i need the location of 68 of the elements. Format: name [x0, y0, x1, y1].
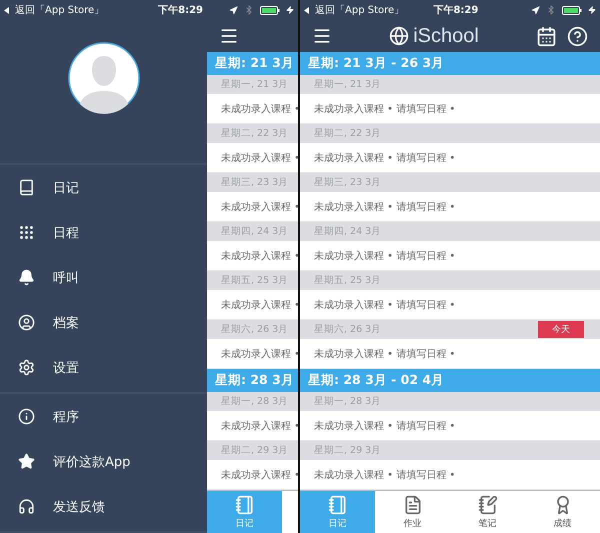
day-label: 星期四, 24 3月 — [314, 225, 382, 238]
week-title: 星期: 28 3月 — [215, 372, 294, 389]
menu-item[interactable]: 呼叫 — [0, 255, 207, 300]
document-icon — [402, 495, 422, 515]
menu-label: 发送反馈 — [53, 498, 105, 516]
week-title: 星期: 21 3月 — [215, 55, 294, 72]
menu-item[interactable]: 档案 — [0, 300, 207, 345]
book-icon — [18, 179, 35, 196]
day-label: 星期六, 26 3月 — [221, 323, 288, 336]
bell-icon — [18, 269, 35, 286]
menu-label: 设置 — [53, 360, 79, 376]
day-label: 星期一, 28 3月 — [314, 395, 382, 408]
settings-icon — [18, 359, 35, 376]
location-icon — [530, 6, 540, 14]
status-time: 下午8:29 — [158, 4, 203, 17]
profile-icon — [18, 314, 35, 331]
back-link[interactable]: 返回「App Store」 — [315, 3, 404, 17]
day-label: 星期二, 22 3月 — [221, 127, 288, 140]
menu-item[interactable]: 程序 — [0, 394, 207, 439]
menu-item[interactable]: 日记 — [0, 165, 207, 210]
day-label: 星期二, 29 3月 — [221, 444, 288, 457]
star-icon — [18, 453, 35, 470]
menu-label: 档案 — [53, 314, 79, 332]
day-label: 星期三, 23 3月 — [221, 176, 288, 189]
notes-icon — [478, 495, 498, 515]
week-title: 星期: 28 3月 - 02 4月 — [308, 372, 444, 389]
menu-item[interactable]: 设置 — [0, 345, 207, 390]
app-title: iSchool — [413, 24, 479, 48]
notebook-icon — [328, 495, 348, 515]
day-label: 星期五, 25 3月 — [314, 274, 382, 287]
day-label: 星期六, 26 3月 — [314, 323, 382, 336]
info-icon — [18, 408, 35, 425]
bluetooth-icon — [244, 5, 254, 15]
menu-label: 日记 — [53, 180, 79, 196]
battery-icon — [562, 6, 582, 14]
menu-label: 程序 — [53, 408, 79, 426]
today-badge: 今天 — [538, 321, 584, 338]
day-label: 星期四, 24 3月 — [221, 225, 288, 238]
calendar-icon[interactable] — [536, 26, 557, 46]
location-icon — [229, 6, 238, 14]
globe-icon — [389, 26, 410, 46]
battery-icon — [260, 6, 280, 14]
day-label: 星期一, 21 3月 — [221, 78, 288, 91]
avatar-icon[interactable] — [68, 42, 140, 114]
back-link[interactable]: 返回「App Store」 — [15, 3, 104, 17]
grid-icon — [18, 224, 35, 241]
headset-icon — [18, 498, 35, 515]
back-caret-icon[interactable] — [4, 6, 9, 14]
menu-item[interactable]: 日程 — [0, 210, 207, 255]
day-label: 星期二, 22 3月 — [314, 127, 382, 140]
bluetooth-icon — [546, 5, 556, 15]
menu-item[interactable]: 评价这款App — [0, 439, 207, 484]
day-label: 星期五, 25 3月 — [221, 274, 288, 287]
menu-label: 呼叫 — [53, 270, 79, 286]
help-icon[interactable] — [566, 26, 588, 46]
menu-label: 评价这款App — [53, 454, 130, 470]
menu-item[interactable]: 发送反馈 — [0, 484, 207, 529]
status-time: 下午8:29 — [433, 4, 478, 17]
charging-icon — [286, 6, 294, 14]
day-label: 星期一, 28 3月 — [221, 395, 288, 408]
back-caret-icon[interactable] — [304, 6, 309, 14]
week-title: 星期: 21 3月 - 26 3月 — [308, 55, 444, 72]
day-label: 星期一, 21 3月 — [314, 78, 382, 91]
day-label: 星期二, 29 3月 — [314, 444, 382, 457]
menu-label: 日程 — [53, 224, 79, 242]
notebook-icon — [234, 495, 254, 515]
charging-icon — [588, 6, 596, 14]
day-label: 星期三, 23 3月 — [314, 176, 382, 189]
